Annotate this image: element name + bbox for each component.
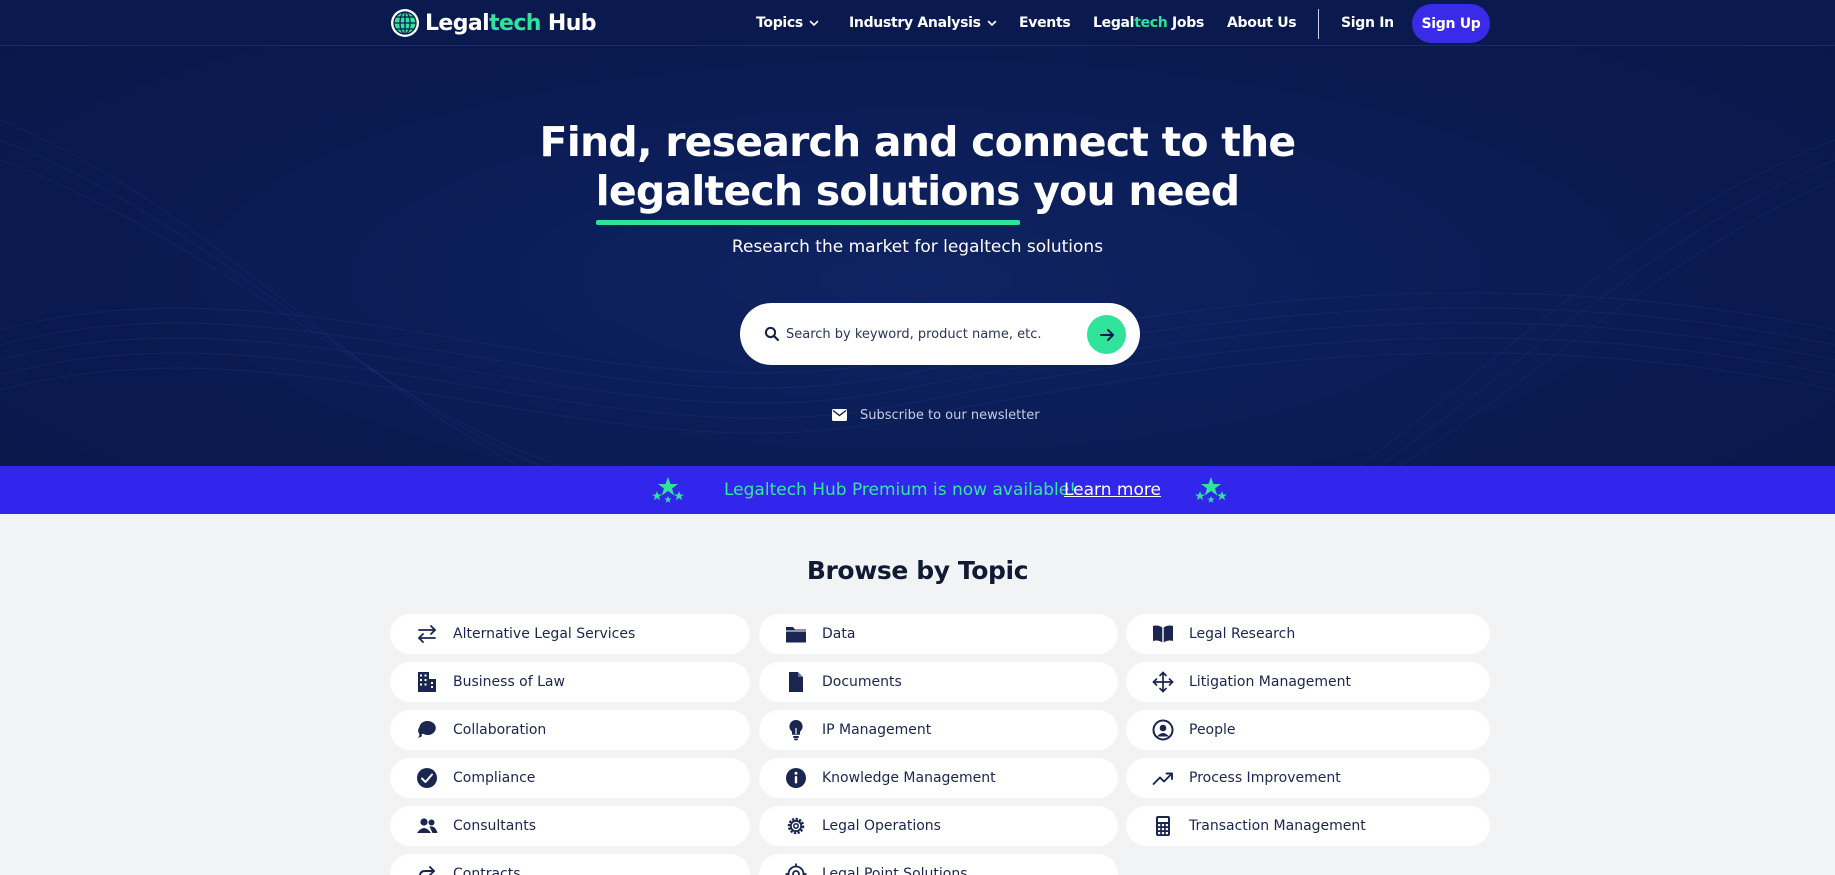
topic-legal-operations[interactable]: Legal Operations: [759, 806, 1118, 846]
newsletter-label: Subscribe to our newsletter: [860, 407, 1040, 423]
lightbulb-icon: [785, 719, 807, 741]
headline-line-1: Find, research and connect to the: [539, 118, 1297, 166]
chat-bubbles-icon: [416, 719, 438, 741]
open-book-icon: [1152, 623, 1174, 645]
premium-banner: Legaltech Hub Premium is now available! …: [0, 466, 1835, 514]
document-icon: [785, 671, 807, 693]
trending-up-icon: [1152, 767, 1174, 789]
logo-text-hub: Hub: [540, 10, 597, 36]
info-circle-icon: [785, 767, 807, 789]
stars-icon: [652, 477, 684, 503]
topic-label: Business of Law: [453, 674, 565, 690]
nav-about-us[interactable]: About Us: [1227, 0, 1297, 46]
topic-process-improvement[interactable]: Process Improvement: [1126, 758, 1490, 798]
logo-text-tech: tech: [489, 10, 541, 36]
hero-subheadline: Research the market for legaltech soluti…: [731, 237, 1104, 257]
topic-legal-point-solutions[interactable]: Legal Point Solutions: [759, 854, 1118, 875]
nav-legaltech-jobs[interactable]: Legal tech Jobs: [1093, 0, 1204, 46]
topic-label: Documents: [822, 674, 902, 690]
topic-label: Legal Operations: [822, 818, 941, 834]
headline-rest: you need: [1019, 167, 1240, 215]
topic-collaboration[interactable]: Collaboration: [390, 710, 750, 750]
sign-up-button[interactable]: Sign Up: [1412, 4, 1490, 43]
topic-litigation-management[interactable]: Litigation Management: [1126, 662, 1490, 702]
topic-label: IP Management: [822, 722, 932, 738]
nav-divider: [1318, 9, 1319, 39]
logo-text: Legaltech Hub: [425, 10, 597, 36]
hero-wave-pattern: [0, 119, 1835, 466]
calculator-icon: [1152, 815, 1174, 837]
topic-label: Transaction Management: [1189, 818, 1366, 834]
folder-icon: [785, 623, 807, 645]
newsletter-link[interactable]: Subscribe to our newsletter: [832, 405, 1040, 425]
topic-label: Legal Point Solutions: [822, 866, 968, 875]
topic-alternative-legal-services[interactable]: Alternative Legal Services: [390, 614, 750, 654]
topic-data[interactable]: Data: [759, 614, 1118, 654]
banner-message: Legaltech Hub Premium is now available!: [724, 480, 1077, 500]
topic-label: Collaboration: [453, 722, 547, 738]
nav-jobs-tech: tech: [1134, 15, 1168, 31]
topic-transaction-management[interactable]: Transaction Management: [1126, 806, 1490, 846]
topic-people[interactable]: People: [1126, 710, 1490, 750]
topic-label: Data: [822, 626, 856, 642]
users-icon: [416, 815, 438, 837]
sign-in-link[interactable]: Sign In: [1341, 0, 1394, 46]
topic-ip-management[interactable]: IP Management: [759, 710, 1118, 750]
nav-topics[interactable]: Topics: [756, 0, 819, 46]
hero-headline: Find, research and connect to the legalt…: [0, 118, 1835, 225]
topic-label: Legal Research: [1189, 626, 1296, 642]
search-box: [740, 303, 1140, 365]
headline-line-2: legaltech solutions you need: [0, 167, 1835, 225]
topic-label: Contracts: [453, 866, 521, 875]
check-circle-icon: [416, 767, 438, 789]
nav-topics-label: Topics: [756, 15, 803, 31]
topic-contracts[interactable]: Contracts: [390, 854, 750, 875]
search-input[interactable]: [786, 319, 1076, 349]
nav-industry-analysis-label: Industry Analysis: [849, 15, 981, 31]
nav-events[interactable]: Events: [1019, 0, 1071, 46]
nav-jobs-jobs: Jobs: [1167, 15, 1205, 31]
share-arrow-icon: [416, 863, 438, 875]
arrow-right-icon: [1099, 328, 1114, 341]
building-icon: [416, 671, 438, 693]
nav-industry-analysis[interactable]: Industry Analysis: [849, 0, 997, 46]
arrows-exchange-icon: [416, 623, 438, 645]
learn-more-link[interactable]: Learn more: [1064, 466, 1161, 514]
top-navbar: Legaltech Hub Topics Industry Analysis E…: [0, 0, 1835, 46]
browse-by-topic-title: Browse by Topic: [806, 556, 1029, 585]
stars-icon: [1195, 477, 1227, 503]
topic-label: Litigation Management: [1189, 674, 1352, 690]
globe-logo-icon: [391, 9, 419, 37]
search-icon: [764, 326, 780, 342]
topic-business-of-law[interactable]: Business of Law: [390, 662, 750, 702]
logo-link[interactable]: Legaltech Hub: [390, 8, 597, 38]
hero-section: Find, research and connect to the legalt…: [0, 0, 1835, 466]
cog-icon: [785, 815, 807, 837]
envelope-icon: [832, 409, 847, 421]
headline-highlight: legaltech solutions: [595, 167, 1021, 225]
user-circle-icon: [1152, 719, 1174, 741]
topic-compliance[interactable]: Compliance: [390, 758, 750, 798]
topic-label: People: [1189, 722, 1236, 738]
chevron-down-icon: [809, 20, 819, 27]
topic-label: Process Improvement: [1189, 770, 1341, 786]
topic-legal-research[interactable]: Legal Research: [1126, 614, 1490, 654]
topic-label: Alternative Legal Services: [453, 626, 636, 642]
logo-text-legal: Legal: [425, 10, 490, 36]
topic-label: Knowledge Management: [822, 770, 996, 786]
target-icon: [785, 863, 807, 875]
topic-documents[interactable]: Documents: [759, 662, 1118, 702]
topic-label: Compliance: [453, 770, 536, 786]
nav-jobs-legal: Legal: [1093, 15, 1135, 31]
chevron-down-icon: [987, 20, 996, 27]
move-arrows-icon: [1152, 671, 1174, 693]
topic-knowledge-management[interactable]: Knowledge Management: [759, 758, 1118, 798]
topic-consultants[interactable]: Consultants: [390, 806, 750, 846]
search-submit-button[interactable]: [1087, 315, 1126, 354]
topic-label: Consultants: [453, 818, 536, 834]
